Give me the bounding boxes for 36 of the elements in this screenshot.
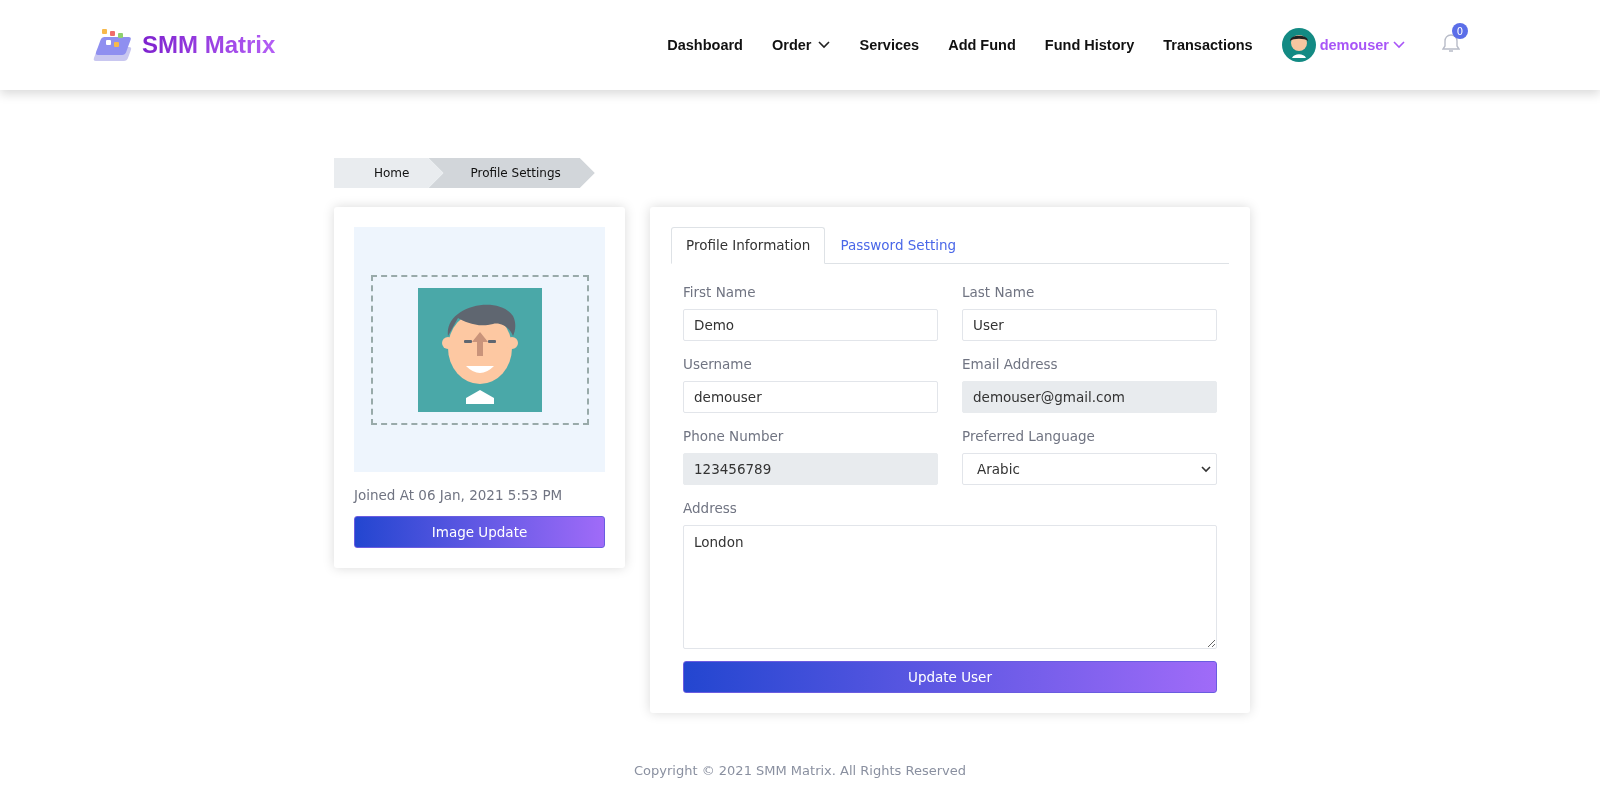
input-field[interactable]: Demo (683, 309, 938, 341)
user-menu-link[interactable]: demouser (1319, 37, 1389, 53)
chevron-down-icon (1201, 465, 1211, 473)
notification-count: 0 (1452, 23, 1468, 39)
field-label: First Name (683, 284, 757, 300)
chevron-down-icon (1393, 41, 1405, 49)
tab[interactable]: Profile Information (671, 227, 826, 264)
image-update-button[interactable]: Image Update (354, 516, 605, 548)
nav-link[interactable]: Add Fund (948, 37, 1016, 53)
chevron-down-icon (818, 41, 831, 49)
nav-link[interactable]: Order (772, 37, 831, 53)
nav-link[interactable]: Fund History (1044, 37, 1135, 53)
field-label: Phone Number (683, 428, 785, 444)
copyright-text: Copyright © 2021 SMM Matrix. All Rights Reserved (633, 763, 967, 778)
breadcrumb-item[interactable]: Profile Settings (428, 158, 595, 188)
nav-link[interactable]: Services (859, 37, 920, 53)
input-field[interactable]: demouser@gmail.com (962, 381, 1217, 413)
user-avatar-icon (1281, 28, 1316, 62)
field-label: Username (683, 356, 753, 372)
field-label: Last Name (962, 284, 1036, 300)
nav-link[interactable]: Dashboard (667, 37, 743, 53)
tab[interactable]: Password Setting (825, 227, 972, 264)
field-label: Address (683, 500, 738, 516)
input-field[interactable]: demouser (683, 381, 938, 413)
field-label: Email Address (962, 356, 1059, 372)
joined-date: Joined At 06 Jan, 2021 5:53 PM (354, 487, 564, 503)
image-upload-area[interactable] (354, 227, 605, 472)
language-select[interactable]: Arabic (962, 453, 1217, 485)
update-user-button[interactable]: Update User (683, 661, 1217, 693)
input-field[interactable]: 123456789 (683, 453, 938, 485)
field-label: Preferred Language (962, 428, 1096, 444)
input-field[interactable]: User (962, 309, 1217, 341)
bell-icon[interactable] (1442, 33, 1460, 53)
address-textarea[interactable]: London (683, 525, 1217, 649)
breadcrumb-item[interactable]: Home (334, 158, 444, 188)
nav-link[interactable]: Transactions (1163, 37, 1253, 53)
